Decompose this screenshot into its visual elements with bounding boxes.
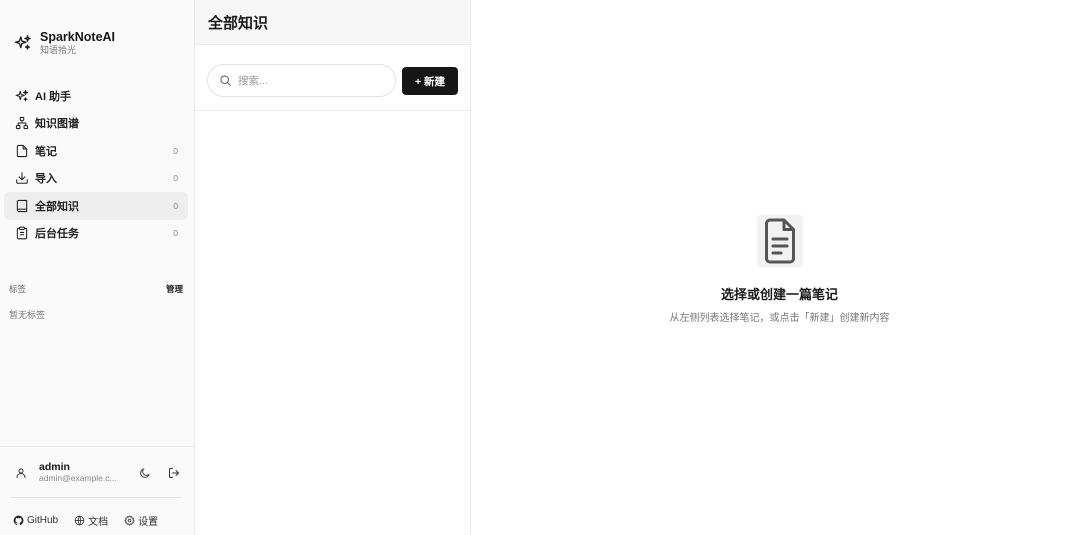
sidebar-item-import[interactable]: 导入 0: [4, 165, 188, 193]
clipboard-icon: [16, 226, 28, 240]
gear-icon: [124, 515, 135, 526]
github-link[interactable]: GitHub: [13, 515, 58, 526]
empty-state: 选择或创建一篇笔记 从左侧列表选择笔记，或点击「新建」创建新内容: [471, 215, 1080, 324]
sidebar-item-label: 笔记: [35, 145, 57, 158]
logout-icon: [169, 467, 179, 478]
avatar[interactable]: [12, 464, 30, 482]
user-email: admin@example.c...: [39, 473, 117, 483]
globe-icon: [74, 515, 85, 526]
brand-name: SparkNoteAI: [40, 30, 116, 44]
file-text-icon: [756, 215, 803, 267]
sidebar-item-label: AI 助手: [35, 90, 72, 103]
search-icon: [220, 75, 231, 86]
github-label: GitHub: [27, 515, 59, 526]
search-input[interactable]: [238, 74, 378, 87]
empty-state-description: 从左侧列表选择笔记，或点击「新建」创建新内容: [669, 313, 890, 324]
sidebar-item-label: 知识图谱: [35, 118, 79, 131]
tags-title: 标签: [9, 284, 27, 294]
sparkles-icon: [14, 35, 31, 50]
download-icon: [16, 172, 28, 185]
settings-label: 设置: [138, 517, 159, 528]
sidebar-item-label: 导入: [35, 173, 57, 186]
sidebar-nav: AI 助手 知识图谱 笔记 0 导入 0 全部知识 0 后台任务 0: [4, 82, 188, 247]
user-area: admin admin@example.c... GitHub 文档 设置: [0, 446, 195, 528]
sidebar-item-count: 0: [173, 200, 178, 211]
theme-toggle-button[interactable]: [136, 464, 154, 482]
sidebar: SparkNoteAI 知语拾光 AI 助手 知识图谱 笔记 0 导入 0 全部…: [0, 0, 195, 535]
sidebar-item-label: 全部知识: [35, 200, 79, 213]
docs-link[interactable]: 文档: [74, 513, 108, 528]
user-info: admin admin@example.c...: [39, 461, 125, 484]
sidebar-item-ai-assistant[interactable]: AI 助手: [4, 82, 188, 110]
page-title: 全部知识: [208, 15, 269, 32]
new-note-button[interactable]: + 新建: [402, 67, 458, 95]
tags-header: 标签 管理: [9, 283, 183, 295]
user-row: admin admin@example.c...: [12, 461, 184, 484]
sidebar-item-all-knowledge[interactable]: 全部知识 0: [4, 192, 188, 220]
settings-link[interactable]: 设置: [124, 513, 158, 528]
empty-state-title: 选择或创建一篇笔记: [720, 287, 838, 302]
sparkles-icon: [15, 89, 29, 101]
sidebar-item-count: 0: [173, 228, 178, 239]
knowledge-list-panel: 全部知识 + 新建: [195, 0, 471, 535]
file-icon: [16, 144, 28, 157]
brand-subtitle: 知语拾光: [40, 45, 77, 55]
sidebar-item-count: 0: [173, 145, 178, 156]
user-name: admin: [39, 461, 70, 473]
search-box[interactable]: [207, 64, 396, 97]
logout-button[interactable]: [165, 464, 183, 482]
footer-links: GitHub 文档 设置: [13, 513, 174, 528]
moon-icon: [140, 468, 150, 478]
tags-empty-text: 暂无标签: [9, 310, 46, 320]
list-header: 全部知识: [195, 0, 470, 45]
sidebar-item-notes[interactable]: 笔记 0: [4, 137, 188, 165]
sidebar-item-label: 后台任务: [35, 228, 79, 241]
book-icon: [16, 199, 28, 212]
user-divider: [10, 497, 182, 498]
sidebar-item-background-tasks[interactable]: 后台任务 0: [4, 220, 188, 248]
network-icon: [15, 117, 29, 130]
sidebar-item-knowledge-graph[interactable]: 知识图谱: [4, 110, 188, 138]
search-row: + 新建: [195, 45, 471, 111]
github-icon: [13, 515, 24, 526]
docs-label: 文档: [88, 517, 109, 528]
main-content: 选择或创建一篇笔记 从左侧列表选择笔记，或点击「新建」创建新内容: [471, 0, 1080, 535]
sidebar-item-count: 0: [173, 173, 178, 184]
brand[interactable]: SparkNoteAI 知语拾光: [14, 30, 115, 56]
user-icon: [16, 468, 26, 478]
tags-manage-button[interactable]: 管理: [166, 283, 183, 295]
